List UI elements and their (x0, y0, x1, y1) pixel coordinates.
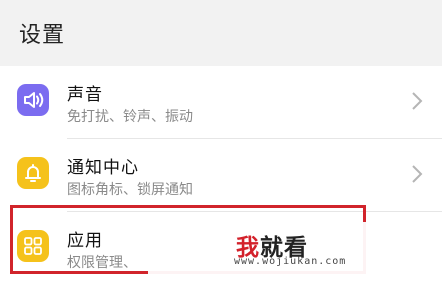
notification-center-title: 通知中心 (67, 158, 139, 178)
notification-center-subtitle: 图标角标、锁屏通知 (67, 182, 193, 198)
settings-item-notification-center[interactable]: 通知中心 图标角标、锁屏通知 (0, 139, 442, 207)
chevron-right-icon (412, 92, 423, 110)
watermark-url: www.wojiukan.com (234, 256, 347, 267)
settings-item-sound[interactable]: 声音 免打扰、铃声、振动 (0, 66, 442, 134)
sound-title: 声音 (67, 85, 103, 105)
bell-icon (17, 157, 49, 189)
speaker-icon (17, 84, 49, 116)
chevron-right-icon (412, 165, 423, 183)
page-title: 设置 (19, 23, 66, 48)
watermark: 我就看 www.wojiukan.com (148, 222, 440, 278)
sound-subtitle: 免打扰、铃声、振动 (67, 109, 193, 125)
